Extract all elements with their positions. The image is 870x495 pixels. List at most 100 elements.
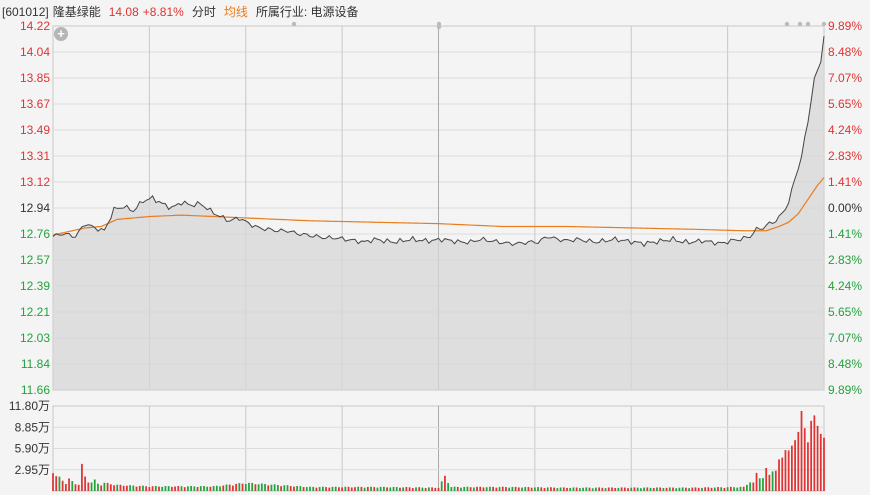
volume-bar: [604, 488, 607, 491]
volume-bar: [260, 483, 263, 491]
y-tick-label: 11.84: [21, 357, 50, 371]
volume-bar: [774, 470, 777, 491]
volume-bar: [534, 487, 536, 491]
vol-tick-label: 11.80万: [9, 399, 50, 413]
volume-bar: [302, 487, 305, 491]
volume-bar: [174, 486, 176, 491]
plus-circle-icon[interactable]: +: [54, 27, 68, 41]
volume-bar: [347, 486, 350, 491]
volume-bar: [312, 486, 315, 491]
volume-bar: [749, 482, 751, 491]
volume-bar: [77, 484, 80, 491]
volume-bar: [158, 486, 160, 491]
volume-bar: [293, 486, 295, 491]
volume-bar: [254, 484, 257, 491]
volume-bar: [206, 486, 209, 491]
volume-bar: [370, 486, 372, 491]
volume-bar: [755, 472, 758, 491]
volume-bar: [437, 487, 440, 491]
volume-bar: [559, 487, 562, 491]
volume-bar: [797, 431, 800, 491]
volume-bar: [794, 440, 796, 491]
volume-bar: [267, 485, 270, 491]
volume-bar: [489, 486, 491, 491]
volume-bar: [215, 485, 218, 491]
volume-bar: [225, 484, 228, 491]
volume-bar: [190, 485, 193, 491]
volume-bar: [736, 487, 739, 491]
y-tick-label: 12.57: [20, 253, 50, 267]
volume-bar: [453, 486, 456, 491]
volume-bar: [537, 487, 539, 491]
volume-bar: [791, 445, 793, 491]
volume-bar: [521, 487, 523, 491]
volume-bar: [170, 486, 173, 491]
volume-bar: [649, 487, 652, 491]
volume-bar: [58, 476, 61, 491]
volume-bar: [662, 488, 665, 491]
volume-bar: [68, 478, 70, 491]
volume-bar: [52, 473, 54, 491]
volume-bar: [122, 485, 125, 491]
volume-bar: [630, 487, 633, 491]
volume-bar: [704, 487, 707, 491]
volume-bar: [113, 485, 115, 491]
volume-bar: [611, 487, 613, 491]
volume-bar: [103, 482, 106, 491]
volume-bar: [456, 487, 459, 491]
volume-bar: [485, 487, 488, 491]
volume-bar: [309, 486, 311, 491]
volume-bar: [710, 487, 713, 491]
volume-bar: [161, 486, 164, 491]
y-pct-label: 9.89%: [828, 383, 862, 397]
volume-bar: [74, 484, 77, 491]
volume-bar: [61, 480, 64, 491]
volume-bar: [514, 486, 517, 491]
volume-bar: [354, 487, 356, 491]
volume-bar: [318, 487, 321, 491]
volume-bar: [55, 476, 58, 491]
volume-bar: [71, 481, 74, 491]
volume-bar: [199, 486, 202, 491]
y-pct-label: 7.07%: [828, 331, 862, 345]
volume-bar: [585, 487, 588, 491]
volume-bar: [196, 487, 199, 491]
volume-bar: [472, 487, 475, 491]
volume-bar: [784, 450, 787, 491]
volume-bar: [595, 487, 597, 491]
volume-bar: [733, 487, 735, 491]
volume-bar: [810, 420, 813, 491]
volume-bar: [209, 486, 212, 491]
volume-bar: [138, 485, 141, 491]
volume-bar: [81, 463, 83, 491]
volume-bar: [334, 486, 337, 491]
y-pct-label: 4.24%: [828, 123, 862, 137]
volume-bar: [553, 487, 556, 491]
volume-bar: [598, 487, 601, 491]
volume-bar: [530, 487, 533, 491]
volume-bar: [341, 487, 344, 491]
volume-bar: [440, 481, 443, 491]
volume-bar: [321, 486, 324, 491]
volume-bar: [431, 487, 433, 491]
volume-bar: [800, 410, 803, 491]
volume-bar: [238, 483, 241, 491]
volume-bar: [482, 487, 485, 491]
volume-bar: [187, 486, 189, 491]
volume-bar: [418, 487, 421, 491]
volume-bar: [93, 479, 96, 491]
volume-bar: [601, 487, 604, 491]
volume-bar: [643, 487, 645, 491]
y-pct-label: 5.65%: [828, 305, 862, 319]
y-pct-label: 2.83%: [828, 149, 862, 163]
volume-bar: [299, 486, 302, 491]
volume-bar: [395, 487, 398, 491]
volume-bar: [476, 486, 478, 491]
volume-bar: [729, 486, 732, 491]
axis-marker-dot: [784, 21, 790, 27]
y-pct-label: 9.89%: [828, 19, 862, 33]
volume-bar: [688, 488, 690, 491]
axis-marker-dot: [797, 21, 803, 27]
volume-bar: [572, 487, 575, 491]
volume-bar: [386, 487, 388, 491]
